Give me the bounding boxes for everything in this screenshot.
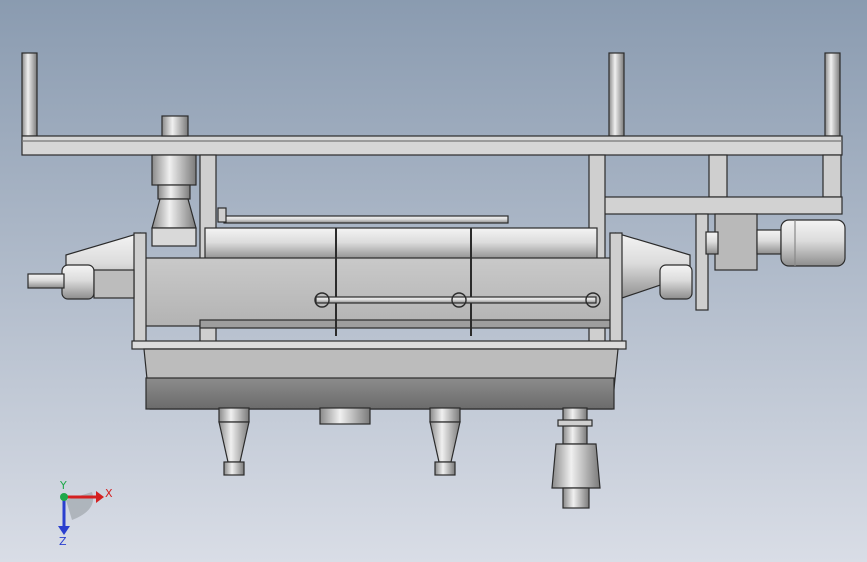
body-lower-band — [199, 319, 613, 329]
manifold-pipe — [315, 296, 597, 304]
center-flange — [319, 407, 371, 425]
triad-origin — [60, 493, 68, 501]
side-frame-post-a — [708, 154, 728, 198]
frame-post-right — [824, 52, 841, 137]
exhaust-hood — [151, 198, 197, 229]
exhaust-hood-base — [151, 227, 197, 247]
triad-x-label: X — [105, 487, 113, 500]
left-end-plate — [133, 232, 147, 344]
outlet-2-spout — [434, 461, 456, 476]
right-end-plate — [609, 232, 623, 344]
outlet-3-body — [551, 443, 601, 489]
model-canvas[interactable]: X Y Z — [0, 0, 867, 562]
frame-post-mid — [608, 52, 625, 137]
frame-post-left — [21, 52, 38, 137]
cad-viewport[interactable]: X Y Z — [0, 0, 867, 562]
right-drive-motor — [659, 264, 693, 300]
base-hopper-shade — [145, 377, 615, 410]
top-rail-bracket — [217, 207, 227, 223]
dryer-body — [139, 257, 619, 327]
base-platform — [131, 340, 627, 350]
triad-z-label: Z — [59, 535, 67, 548]
exhaust-pipe — [151, 154, 197, 186]
outlet-1-spout — [223, 461, 245, 476]
outlet-2-neck — [429, 407, 461, 423]
blower-duct — [695, 213, 709, 311]
left-gear-housing — [93, 269, 135, 299]
outlet-1-neck — [218, 407, 250, 423]
outlet-3-spout — [562, 487, 590, 509]
outlet-3-ring — [557, 419, 593, 427]
blower-housing — [714, 213, 758, 271]
fan-motor — [780, 219, 846, 267]
triad-y-label: Y — [59, 479, 67, 492]
exhaust-flange — [157, 184, 191, 200]
top-rail — [223, 215, 509, 224]
side-frame-beam — [603, 196, 843, 215]
exhaust-pipe-cap — [161, 115, 189, 137]
left-drive-motor — [61, 264, 95, 300]
side-frame-post-b — [822, 154, 842, 198]
main-drum — [204, 227, 598, 261]
top-beam — [21, 135, 843, 156]
blower-coupling — [756, 229, 782, 255]
left-drive-shaft — [27, 273, 65, 289]
blower-inlet — [705, 231, 719, 255]
